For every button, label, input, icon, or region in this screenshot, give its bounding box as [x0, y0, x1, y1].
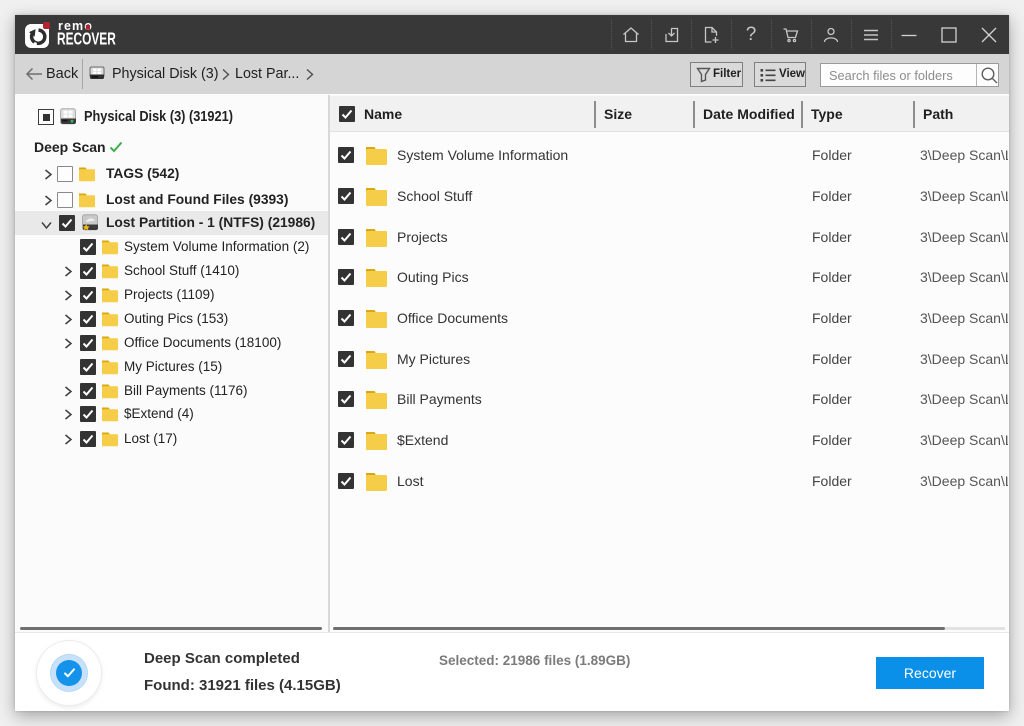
- svg-text:RECOVER: RECOVER: [57, 29, 116, 49]
